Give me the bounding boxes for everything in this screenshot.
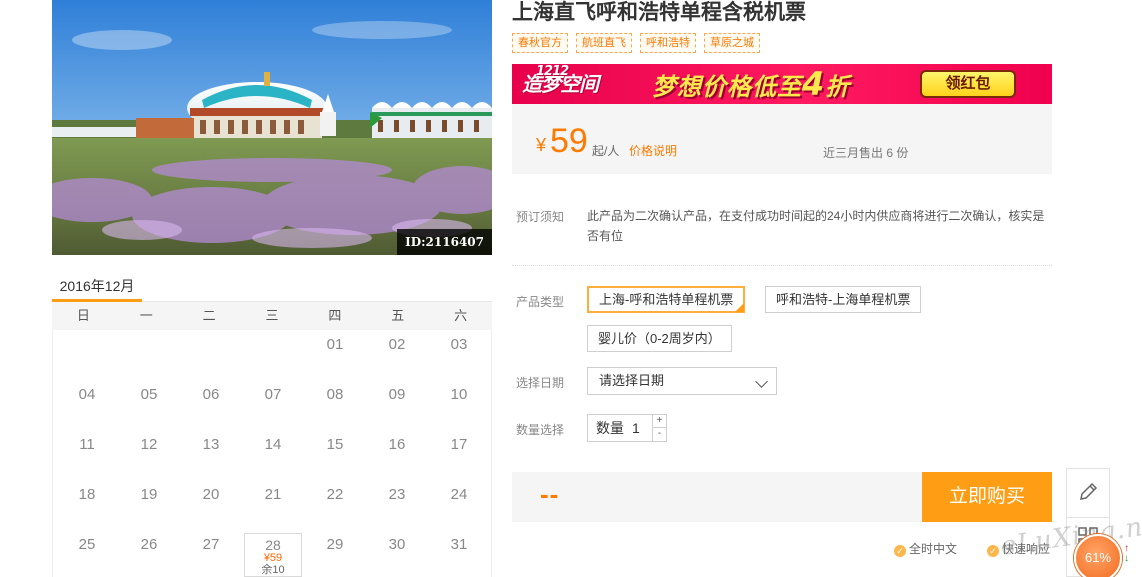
calendar-day-10: 10 [450,386,468,403]
price-panel: ¥ 59 起/人 价格说明 近三月售出 6 份 [512,104,1052,174]
pencil-icon[interactable] [1077,481,1099,508]
calendar-day-05: 05 [140,386,158,403]
calendar-day-17: 17 [450,436,468,453]
assurance-chinese: ✓ 全时中文 [894,540,957,557]
date-select-placeholder: 请选择日期 [599,373,665,388]
date-select[interactable]: 请选择日期 [587,367,777,395]
yurt-landscape-photo [52,0,492,255]
promo-banner[interactable]: 1212 造梦空间 梦想价格低至4折 领红包 [512,64,1052,104]
calendar-day-26: 26 [140,536,158,553]
weekday-tue: 二 [202,308,216,323]
weekday-mon: 一 [139,308,153,323]
weekday-fri: 五 [391,308,405,323]
calendar-day-13: 13 [202,436,220,453]
calendar-day-price: ¥59 [263,552,283,564]
calendar-day-24: 24 [450,486,468,503]
weekday-sun: 日 [76,308,90,323]
calendar-day-01: 01 [326,336,344,353]
weekday-wed: 三 [265,308,279,323]
calendar-day-31: 31 [450,536,468,553]
calendar-day-19: 19 [140,486,158,503]
promo-slogan: 梦想价格低至4折 [652,64,850,104]
quantity-stepper[interactable]: 数量 1 + - [587,414,667,442]
price-unit: 起/人 [592,144,620,158]
arrow-down-icon: ↓ [1124,553,1129,564]
purchase-bar: -- 立即购买 [512,472,1052,522]
calendar-day-06: 06 [202,386,220,403]
calendar-day-14: 14 [264,436,282,453]
calendar-day-18: 18 [78,486,96,503]
calendar-month-tab[interactable]: 2016年12月 [52,276,142,302]
product-photo: ID:2116407 [52,0,492,255]
option-hohhot-sha[interactable]: 呼和浩特-上海单程机票 [765,286,922,313]
tag-direct-flight[interactable]: 航班直飞 [576,33,632,53]
promo-discount-suffix: 折 [825,73,851,101]
calendar-day-12: 12 [140,436,158,453]
claim-coupon-button[interactable]: 领红包 [920,70,1016,98]
calendar-day-23: 23 [388,486,406,503]
quantity-minus-button[interactable]: - [652,428,666,441]
calendar-day-29: 29 [326,536,344,553]
product-type-label: 产品类型 [516,295,565,309]
total-price: -- [540,479,560,509]
price-value: 59 [550,122,588,160]
assurance-chinese-text: 全时中文 [909,542,958,556]
calendar-day-08: 08 [326,386,344,403]
product-title: 上海直飞呼和浩特单程含税机票 [512,1,806,24]
image-id-label: ID:2116407 [397,229,492,255]
calendar-day-09: 09 [388,386,406,403]
buy-now-button[interactable]: 立即购买 [922,472,1052,522]
calendar-day-22: 22 [326,486,344,503]
calendar-weekday-row: 日 一 二 三 四 五 六 [52,302,492,330]
promo-slogan-text: 梦想价格低至 [652,73,802,101]
calendar-day-04: 04 [78,386,96,403]
calendar-grid: 01 02 03 04 05 06 07 08 09 10 11 12 13 14 15 16 17 18 19 20… [52,330,492,577]
tag-grassland-city[interactable]: 草原之城 [704,33,760,53]
speed-ball-widget[interactable]: 61% [1074,534,1122,577]
price-currency: ¥ [536,135,547,155]
calendar-day-15: 15 [326,436,344,453]
calendar-day-03: 03 [450,336,468,353]
promo-logo-1212: 1212 [536,64,569,79]
product-tags: 春秋官方 航班直飞 呼和浩特 草原之城 [512,33,760,53]
calendar-day-stock: 余10 [261,564,285,576]
select-date-label: 选择日期 [516,376,565,390]
price-explanation-link[interactable]: 价格说明 [629,142,677,159]
calendar-day-number: 28 [265,537,281,553]
calendar-day-21: 21 [264,486,282,503]
calendar-day-16: 16 [388,436,406,453]
calendar-day-07: 07 [264,386,282,403]
section-divider [512,265,1052,266]
calendar-day-27: 27 [202,536,220,553]
check-icon: ✓ [987,545,999,557]
calendar-day-30: 30 [388,536,406,553]
quantity-value[interactable]: 1 [632,415,640,441]
calendar-day-02: 02 [388,336,406,353]
check-icon: ✓ [894,545,906,557]
tag-hohhot[interactable]: 呼和浩特 [640,33,696,53]
quantity-plus-button[interactable]: + [652,415,666,428]
option-infant[interactable]: 婴儿价（0-2周岁内） [587,325,732,352]
promo-discount-number: 4 [802,65,826,103]
option-sha-hohhot[interactable]: 上海-呼和浩特单程机票 [587,286,746,313]
calendar-day-20: 20 [202,486,220,503]
booking-notice-label: 预订须知 [516,210,565,224]
quantity-label: 数量选择 [516,423,565,437]
weekday-thu: 四 [328,308,342,323]
calendar-day-28[interactable]: 28 ¥59 余10 [244,533,302,577]
tag-chunqiu[interactable]: 春秋官方 [512,33,568,53]
weekday-sat: 六 [454,308,468,323]
calendar-day-11: 11 [79,436,95,453]
sold-count: 近三月售出 6 份 [823,146,909,160]
chevron-down-icon [755,375,768,388]
booking-notice-text: 此产品为二次确认产品，在支付成功时间起的24小时内供应商将进行二次确认，核实是否… [587,209,1045,243]
speed-arrows: ↑ ↓ [1124,544,1129,564]
promo-logo: 1212 造梦空间 [522,64,640,102]
quantity-prefix: 数量 [596,420,624,436]
calendar-day-25: 25 [78,536,96,553]
calendar-header: 2016年12月 [52,270,492,302]
